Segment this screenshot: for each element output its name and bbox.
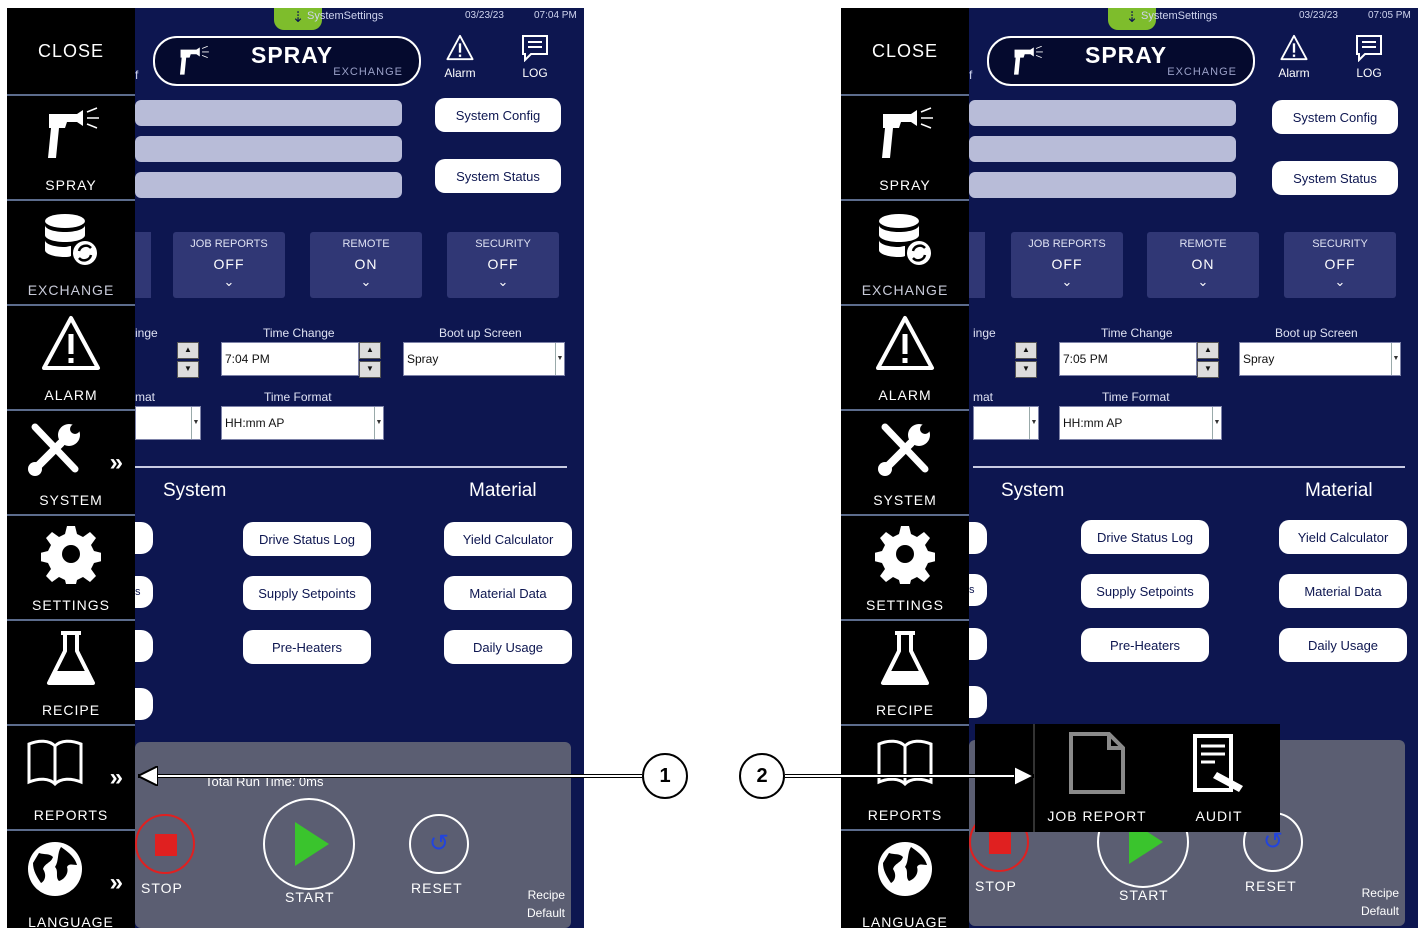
callout-number-1: 1 [642, 753, 688, 799]
callout-arrows [138, 0, 1034, 928]
callout-number-2: 2 [739, 753, 785, 799]
